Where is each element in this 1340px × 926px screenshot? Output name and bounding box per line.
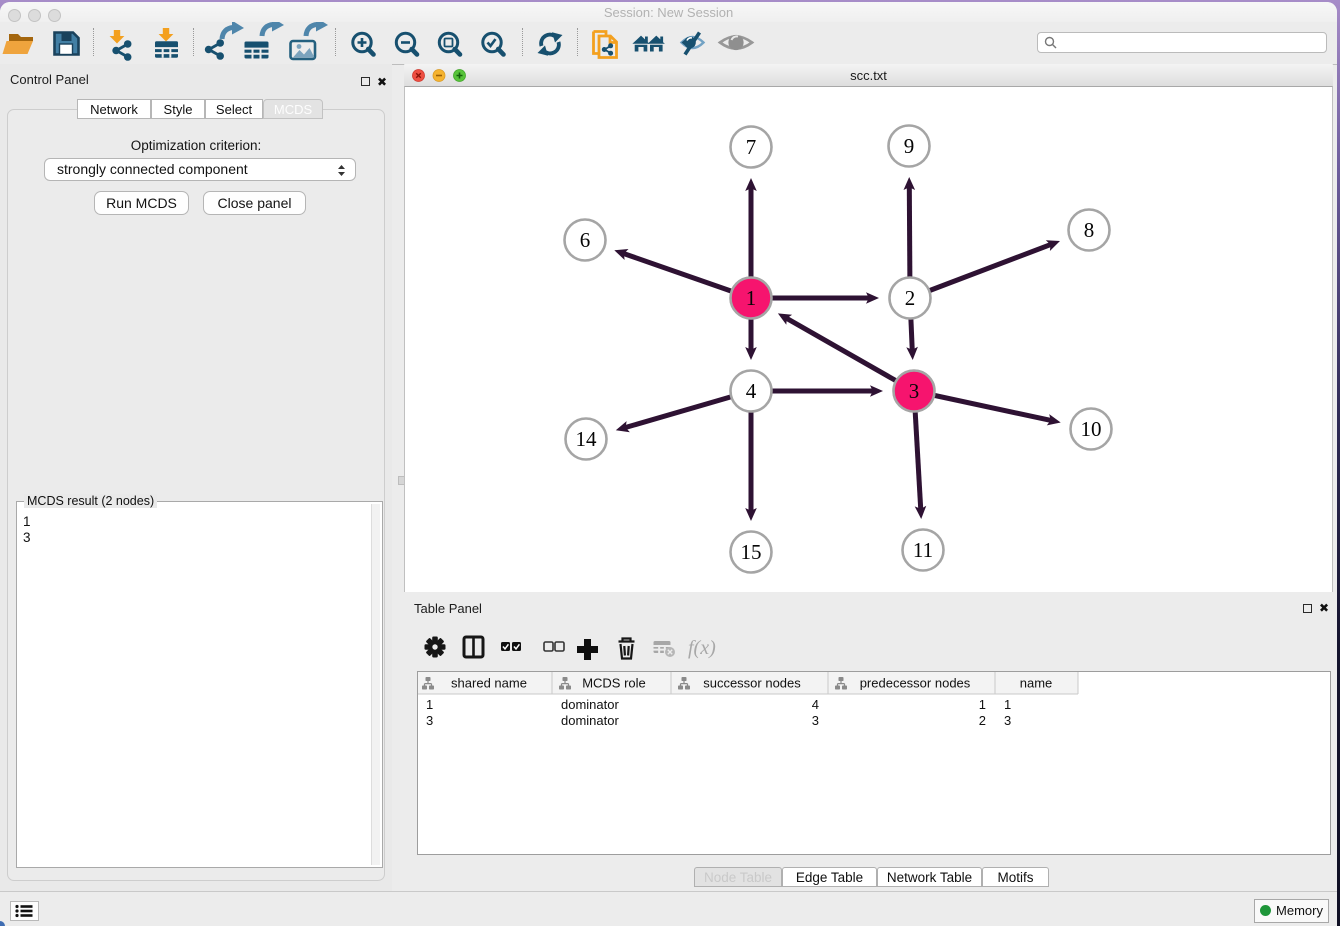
- svg-text:15: 15: [741, 540, 762, 564]
- svg-text:predecessor nodes: predecessor nodes: [860, 676, 971, 691]
- svg-text:shared name: shared name: [451, 676, 527, 691]
- svg-text:1: 1: [426, 697, 433, 712]
- svg-text:2: 2: [979, 713, 986, 728]
- svg-text:11: 11: [913, 538, 933, 562]
- svg-text:dominator: dominator: [561, 697, 619, 712]
- svg-text:name: name: [1020, 676, 1053, 691]
- svg-text:1: 1: [746, 286, 757, 310]
- svg-text:7: 7: [746, 135, 757, 159]
- svg-text:MCDS role: MCDS role: [582, 676, 646, 691]
- svg-text:14: 14: [576, 427, 598, 451]
- svg-text:6: 6: [580, 228, 591, 252]
- svg-text:4: 4: [746, 379, 757, 403]
- svg-text:2: 2: [905, 286, 916, 310]
- svg-text:successor nodes: successor nodes: [703, 676, 801, 691]
- svg-text:3: 3: [426, 713, 433, 728]
- svg-text:dominator: dominator: [561, 713, 619, 728]
- svg-text:9: 9: [904, 134, 915, 158]
- svg-text:3: 3: [812, 713, 819, 728]
- svg-text:f(x): f(x): [688, 637, 716, 659]
- svg-text:8: 8: [1084, 218, 1095, 242]
- svg-text:3: 3: [1004, 713, 1011, 728]
- svg-text:1: 1: [979, 697, 986, 712]
- svg-text:3: 3: [909, 379, 920, 403]
- svg-text:10: 10: [1081, 417, 1102, 441]
- svg-text:1: 1: [1004, 697, 1011, 712]
- svg-text:4: 4: [812, 697, 819, 712]
